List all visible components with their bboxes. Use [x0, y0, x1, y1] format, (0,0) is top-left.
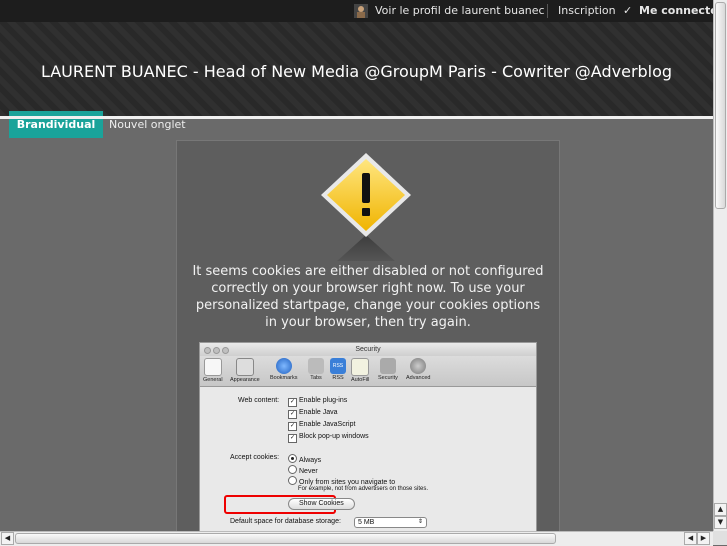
horizontal-scroll-thumb[interactable] [15, 533, 556, 544]
appearance-icon [235, 358, 254, 376]
signup-link[interactable]: Inscription [558, 4, 616, 17]
web-content-label: Web content: [238, 397, 280, 404]
top-bar: Voir le profil de laurent buanec Inscrip… [0, 0, 723, 22]
warning-icon [319, 151, 413, 271]
radio-never: Never [288, 465, 318, 475]
checkbox-plugins: ✓ Enable plug-ins [288, 397, 348, 407]
bookmarks-icon [275, 358, 292, 374]
scroll-down-button[interactable]: ▼ [714, 516, 727, 529]
checkbox-javascript: ✓ Enable JavaScript [288, 421, 356, 431]
cookie-note: For example, not from advertisers on tho… [298, 486, 429, 492]
db-space-select: 5 MB ⇕ [354, 517, 427, 528]
prefs-tabs: Tabs [308, 358, 324, 381]
prefs-advanced: Advanced [406, 358, 430, 381]
user-avatar-icon [354, 4, 368, 21]
login-link[interactable]: Me connecter [639, 4, 723, 17]
header-underline [0, 116, 713, 119]
profile-link[interactable]: Voir le profil de laurent buanec [375, 4, 545, 17]
vertical-scroll-thumb[interactable] [715, 2, 726, 209]
horizontal-scrollbar[interactable]: ◀ ◀ ▶ [0, 531, 713, 546]
prefs-bookmarks: Bookmarks [270, 358, 298, 381]
vertical-scrollbar[interactable]: ▲ ▼ [713, 0, 727, 531]
prefs-rss: RSS RSS [330, 358, 346, 381]
lock-icon [379, 358, 396, 374]
safari-security-prefs-image: Security General Appearance Bookmarks Ta… [199, 342, 537, 538]
checkbox-java: ✓ Enable Java [288, 409, 338, 419]
tabs-icon [308, 358, 324, 374]
scrollbar-corner [713, 531, 727, 545]
prefs-general: General [203, 358, 223, 383]
accept-cookies-label: Accept cookies: [230, 454, 280, 461]
prefs-autofill: AutoFill [351, 358, 369, 383]
page-header: LAURENT BUANEC - Head of New Media @Grou… [0, 22, 713, 138]
cookie-warning-panel: It seems cookies are either disabled or … [176, 140, 560, 538]
autofill-icon [351, 358, 370, 376]
checkmark-icon: ✓ [623, 4, 633, 17]
scroll-right-button[interactable]: ▶ [697, 532, 710, 545]
show-cookies-button: Show Cookies [288, 498, 355, 510]
radio-only-visited: Only from sites you navigate to [288, 476, 395, 486]
prefs-toolbar: General Appearance Bookmarks Tabs RSS RSS… [200, 356, 536, 387]
rss-icon: RSS [330, 358, 346, 374]
page-title: LAURENT BUANEC - Head of New Media @Grou… [40, 62, 673, 81]
prefs-security: Security [378, 358, 398, 381]
scroll-up-button[interactable]: ▲ [714, 503, 727, 516]
radio-always: Always [288, 454, 321, 464]
divider [547, 4, 548, 18]
prefs-window-titlebar: Security [200, 343, 536, 356]
scroll-left-button[interactable]: ◀ [1, 532, 14, 545]
general-icon [203, 358, 222, 376]
scroll-left-end-button[interactable]: ◀ [684, 532, 697, 545]
cookie-warning-message: It seems cookies are either disabled or … [192, 264, 544, 330]
checkbox-popups: ✓ Block pop-up windows [288, 433, 369, 443]
prefs-window-title: Security [355, 346, 381, 353]
db-space-label: Default space for database storage: [230, 518, 341, 525]
prefs-appearance: Appearance [230, 358, 260, 383]
gear-icon [410, 358, 427, 374]
